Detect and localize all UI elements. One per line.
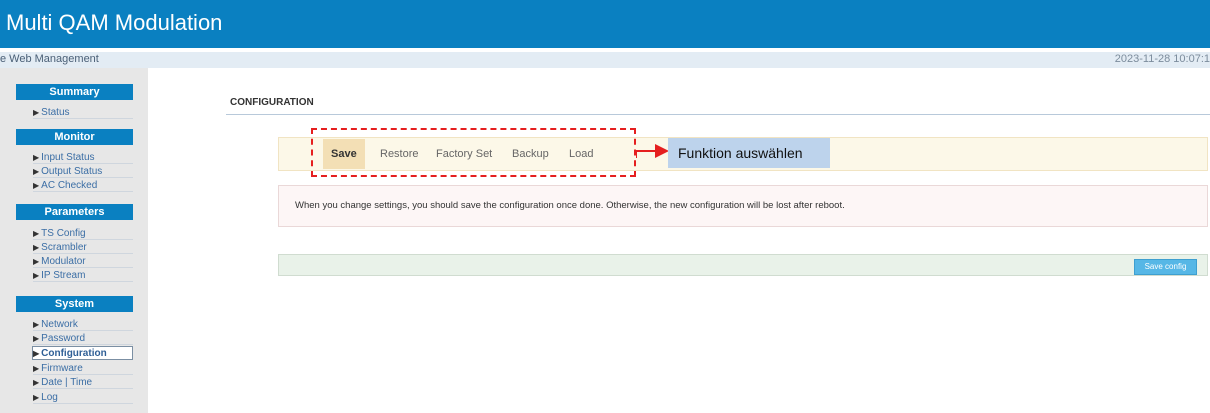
- arrow-right-icon: ▶: [33, 181, 40, 190]
- sidebar-item-configuration[interactable]: ▶ Configuration: [32, 346, 133, 360]
- page-title: CONFIGURATION: [230, 97, 314, 108]
- sub-header-title: e Web Management: [0, 53, 99, 65]
- app-title: Multi QAM Modulation: [6, 10, 223, 35]
- arrow-right-icon: ▶: [33, 108, 40, 117]
- sidebar-item-status[interactable]: ▶ Status: [33, 106, 133, 119]
- sidebar-item-label: Network: [41, 319, 78, 330]
- menu-title-monitor: Monitor: [16, 129, 133, 145]
- sidebar-item-label: Status: [41, 107, 70, 118]
- arrow-right-icon: ▶: [33, 349, 40, 358]
- sidebar-item-label: IP Stream: [41, 270, 86, 281]
- sidebar-item-network[interactable]: ▶ Network: [33, 318, 133, 331]
- annotation-dashed-box: [311, 128, 636, 177]
- sidebar-item-scrambler[interactable]: ▶ Scrambler: [33, 241, 133, 254]
- menu-title-summary: Summary: [16, 84, 133, 100]
- sidebar-item-label: Log: [41, 392, 58, 403]
- arrow-right-icon: ▶: [33, 271, 40, 280]
- title-divider: [226, 114, 1210, 115]
- sidebar-item-label: Output Status: [41, 166, 103, 177]
- sidebar-item-date-time[interactable]: ▶ Date | Time: [33, 376, 133, 389]
- arrow-right-icon: ▶: [33, 320, 40, 329]
- arrow-right-icon: ▶: [33, 378, 40, 387]
- sidebar-item-ac-checked[interactable]: ▶ AC Checked: [33, 179, 133, 192]
- sidebar-item-input-status[interactable]: ▶ Input Status: [33, 151, 133, 164]
- save-config-button[interactable]: Save config: [1134, 259, 1197, 275]
- annotation-callout: Funktion auswählen: [668, 138, 830, 168]
- sidebar-item-label: TS Config: [41, 228, 86, 239]
- sidebar-item-label: Input Status: [41, 152, 95, 163]
- menu-title-parameters: Parameters: [16, 204, 133, 220]
- warning-text: When you change settings, you should sav…: [295, 200, 845, 211]
- sidebar-item-label: Date | Time: [41, 377, 93, 388]
- arrow-right-icon: ▶: [33, 167, 40, 176]
- arrow-right-icon: ▶: [33, 364, 40, 373]
- sidebar-item-modulator[interactable]: ▶ Modulator: [33, 255, 133, 268]
- sidebar-item-label: Modulator: [41, 256, 86, 267]
- sidebar-item-label: Scrambler: [41, 242, 87, 253]
- arrow-right-icon: ▶: [33, 334, 40, 343]
- sidebar-item-label: AC Checked: [41, 180, 98, 191]
- sidebar-item-label: Firmware: [41, 363, 83, 374]
- arrow-right-icon: ▶: [33, 229, 40, 238]
- arrow-right-icon: ▶: [33, 257, 40, 266]
- date-time: 2023-11-28 10:07:1: [1114, 53, 1210, 65]
- arrow-right-icon: ▶: [33, 153, 40, 162]
- sidebar-item-output-status[interactable]: ▶ Output Status: [33, 165, 133, 178]
- arrow-right-icon: ▶: [33, 243, 40, 252]
- sidebar-item-ts-config[interactable]: ▶ TS Config: [33, 227, 133, 240]
- sidebar-item-label: Password: [41, 333, 86, 344]
- app-header: Multi QAM Modulation: [0, 0, 1210, 48]
- menu-title-system: System: [16, 296, 133, 312]
- sidebar-item-label: Configuration: [41, 348, 107, 359]
- arrow-right-icon: ▶: [33, 393, 40, 402]
- sidebar-item-log[interactable]: ▶ Log: [33, 391, 133, 404]
- annotation-arrow-icon: [636, 144, 669, 158]
- action-bar: Save config: [278, 254, 1208, 276]
- sidebar-item-password[interactable]: ▶ Password: [33, 332, 133, 345]
- warning-message: When you change settings, you should sav…: [278, 185, 1208, 227]
- sub-header: e Web Management 2023-11-28 10:07:1: [0, 52, 1210, 68]
- sidebar-item-firmware[interactable]: ▶ Firmware: [33, 362, 133, 375]
- sidebar-item-ip-stream[interactable]: ▶ IP Stream: [33, 269, 133, 282]
